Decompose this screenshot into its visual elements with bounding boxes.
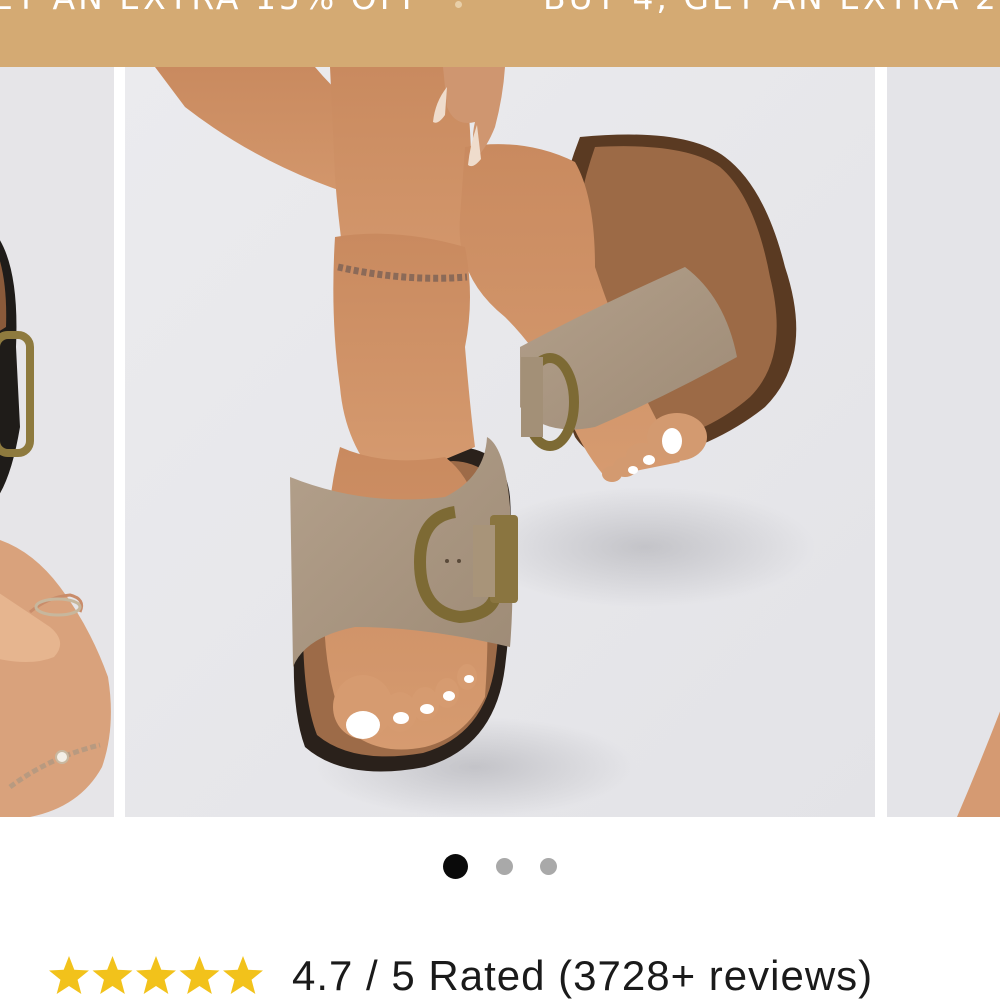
rating-star-icon	[223, 956, 263, 994]
rating-star-icon	[136, 956, 176, 994]
rating-star-icon	[92, 956, 133, 994]
product-page: ET AN EXTRA 15% OFF BUY 4, GET AN EXTRA …	[0, 0, 1000, 1000]
rating-stars	[49, 956, 263, 994]
product-photo-next	[887, 67, 1000, 817]
carousel-slide-previous[interactable]	[0, 67, 114, 817]
rating-summary-text: 4.7 / 5 Rated (3728+ reviews)	[292, 952, 874, 999]
carousel-dot-1-active[interactable]	[443, 854, 468, 879]
rating-star-icon	[49, 956, 89, 994]
product-photo-sandals	[125, 67, 875, 817]
promo-text-right: BUY 4, GET AN EXTRA 20%	[543, 0, 1000, 18]
rating-star-icon	[179, 956, 220, 994]
carousel-pagination	[0, 854, 1000, 880]
promo-separator-dot	[455, 1, 462, 8]
promo-banner[interactable]: ET AN EXTRA 15% OFF BUY 4, GET AN EXTRA …	[0, 0, 1000, 67]
promo-text-left: ET AN EXTRA 15% OFF	[0, 0, 424, 18]
product-image-carousel[interactable]	[0, 67, 1000, 817]
carousel-slide-next[interactable]	[887, 67, 1000, 817]
carousel-slide-current[interactable]	[125, 67, 875, 817]
product-photo-previous	[0, 67, 114, 817]
carousel-dot-2[interactable]	[496, 858, 513, 875]
carousel-dot-3[interactable]	[540, 858, 557, 875]
